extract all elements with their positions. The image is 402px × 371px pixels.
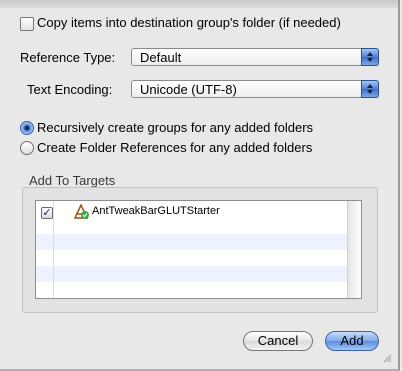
text-encoding-value: Unicode (UTF-8) bbox=[140, 82, 237, 97]
recursive-groups-label[interactable]: Recursively create groups for any added … bbox=[37, 120, 313, 136]
table-scrollbar[interactable] bbox=[347, 201, 361, 298]
reference-type-label: Reference Type: bbox=[20, 50, 116, 65]
table-row-empty bbox=[36, 266, 347, 282]
copy-items-checkbox[interactable] bbox=[20, 17, 34, 31]
cancel-button[interactable]: Cancel bbox=[243, 331, 313, 351]
target-checkbox[interactable]: ✓ bbox=[41, 207, 53, 219]
add-files-sheet: Copy items into destination group's fold… bbox=[0, 0, 400, 371]
sheet-top-edge bbox=[0, 0, 398, 8]
copy-items-label[interactable]: Copy items into destination group's fold… bbox=[37, 15, 341, 31]
targets-table[interactable]: ✓ AntTweakBarGLUTStarter bbox=[35, 200, 362, 299]
column-divider bbox=[53, 201, 54, 298]
reference-type-popup[interactable]: Default bbox=[131, 48, 379, 66]
add-button[interactable]: Add bbox=[325, 331, 379, 351]
text-encoding-label: Text Encoding: bbox=[27, 82, 113, 97]
folder-references-radio[interactable] bbox=[20, 141, 34, 155]
table-row-empty bbox=[36, 234, 347, 250]
popup-arrows-icon bbox=[361, 80, 379, 98]
recursive-groups-radio[interactable] bbox=[20, 121, 34, 135]
resize-grip-icon[interactable] bbox=[382, 353, 392, 363]
reference-type-value: Default bbox=[140, 50, 182, 65]
table-row[interactable]: ✓ AntTweakBarGLUTStarter bbox=[36, 201, 347, 219]
folder-references-label[interactable]: Create Folder References for any added f… bbox=[37, 140, 312, 156]
application-target-icon bbox=[73, 204, 89, 219]
popup-arrows-icon bbox=[361, 48, 379, 66]
text-encoding-popup[interactable]: Unicode (UTF-8) bbox=[131, 80, 379, 98]
checkmark-icon: ✓ bbox=[42, 207, 52, 219]
target-name: AntTweakBarGLUTStarter bbox=[92, 205, 220, 217]
